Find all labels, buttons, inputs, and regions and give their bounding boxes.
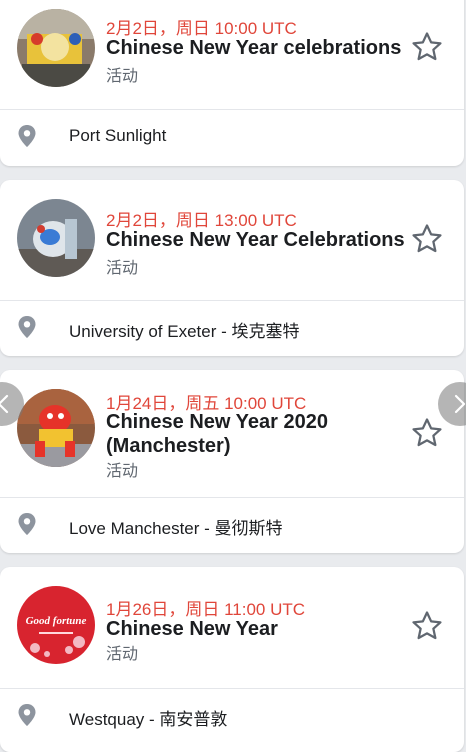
- card-divider: [0, 109, 464, 110]
- card-divider: [0, 497, 464, 498]
- event-location[interactable]: Port Sunlight: [69, 126, 166, 146]
- chevron-left-icon: [0, 394, 9, 414]
- event-thumbnail: [17, 199, 95, 277]
- event-thumbnail: Good fortune: [17, 586, 95, 664]
- event-thumbnail: [17, 389, 95, 467]
- event-title-line2[interactable]: (Manchester): [106, 434, 406, 458]
- event-type: 活动: [106, 260, 139, 277]
- star-outline-icon[interactable]: [410, 30, 444, 64]
- event-type: 活动: [106, 646, 139, 663]
- event-thumbnail: [17, 9, 95, 87]
- event-title[interactable]: Chinese New Year Celebrations: [106, 228, 406, 252]
- event-card[interactable]: 2月2日，周日 10:00 UTC Chinese New Year celeb…: [0, 0, 464, 166]
- card-divider: [0, 688, 464, 689]
- card-divider: [0, 300, 464, 301]
- event-title[interactable]: Chinese New Year celebrations: [106, 36, 406, 60]
- event-title[interactable]: Chinese New Year 2020: [106, 410, 406, 434]
- event-type: 活动: [106, 68, 139, 85]
- event-location[interactable]: Love Manchester - 曼彻斯特: [69, 514, 283, 539]
- event-card[interactable]: Good fortune 1月26日，周日 11:00 UTC Chinese …: [0, 567, 464, 752]
- map-pin-icon: [18, 125, 36, 147]
- thumb-text: Good fortune: [26, 615, 87, 627]
- map-pin-icon: [18, 704, 36, 726]
- map-pin-icon: [18, 513, 36, 535]
- chevron-right-icon: [454, 394, 466, 414]
- carousel-prev-button[interactable]: [0, 382, 24, 426]
- event-title[interactable]: Chinese New Year: [106, 617, 406, 641]
- star-outline-icon[interactable]: [410, 222, 444, 256]
- event-card[interactable]: 1月24日，周五 10:00 UTC Chinese New Year 2020…: [0, 370, 464, 553]
- carousel-next-button[interactable]: [438, 382, 466, 426]
- event-location[interactable]: University of Exeter - 埃克塞特: [69, 317, 300, 342]
- event-type: 活动: [106, 463, 139, 480]
- event-card[interactable]: 2月2日，周日 13:00 UTC Chinese New Year Celeb…: [0, 180, 464, 356]
- map-pin-icon: [18, 316, 36, 338]
- star-outline-icon[interactable]: [410, 609, 444, 643]
- event-location[interactable]: Westquay - 南安普敦: [69, 705, 227, 730]
